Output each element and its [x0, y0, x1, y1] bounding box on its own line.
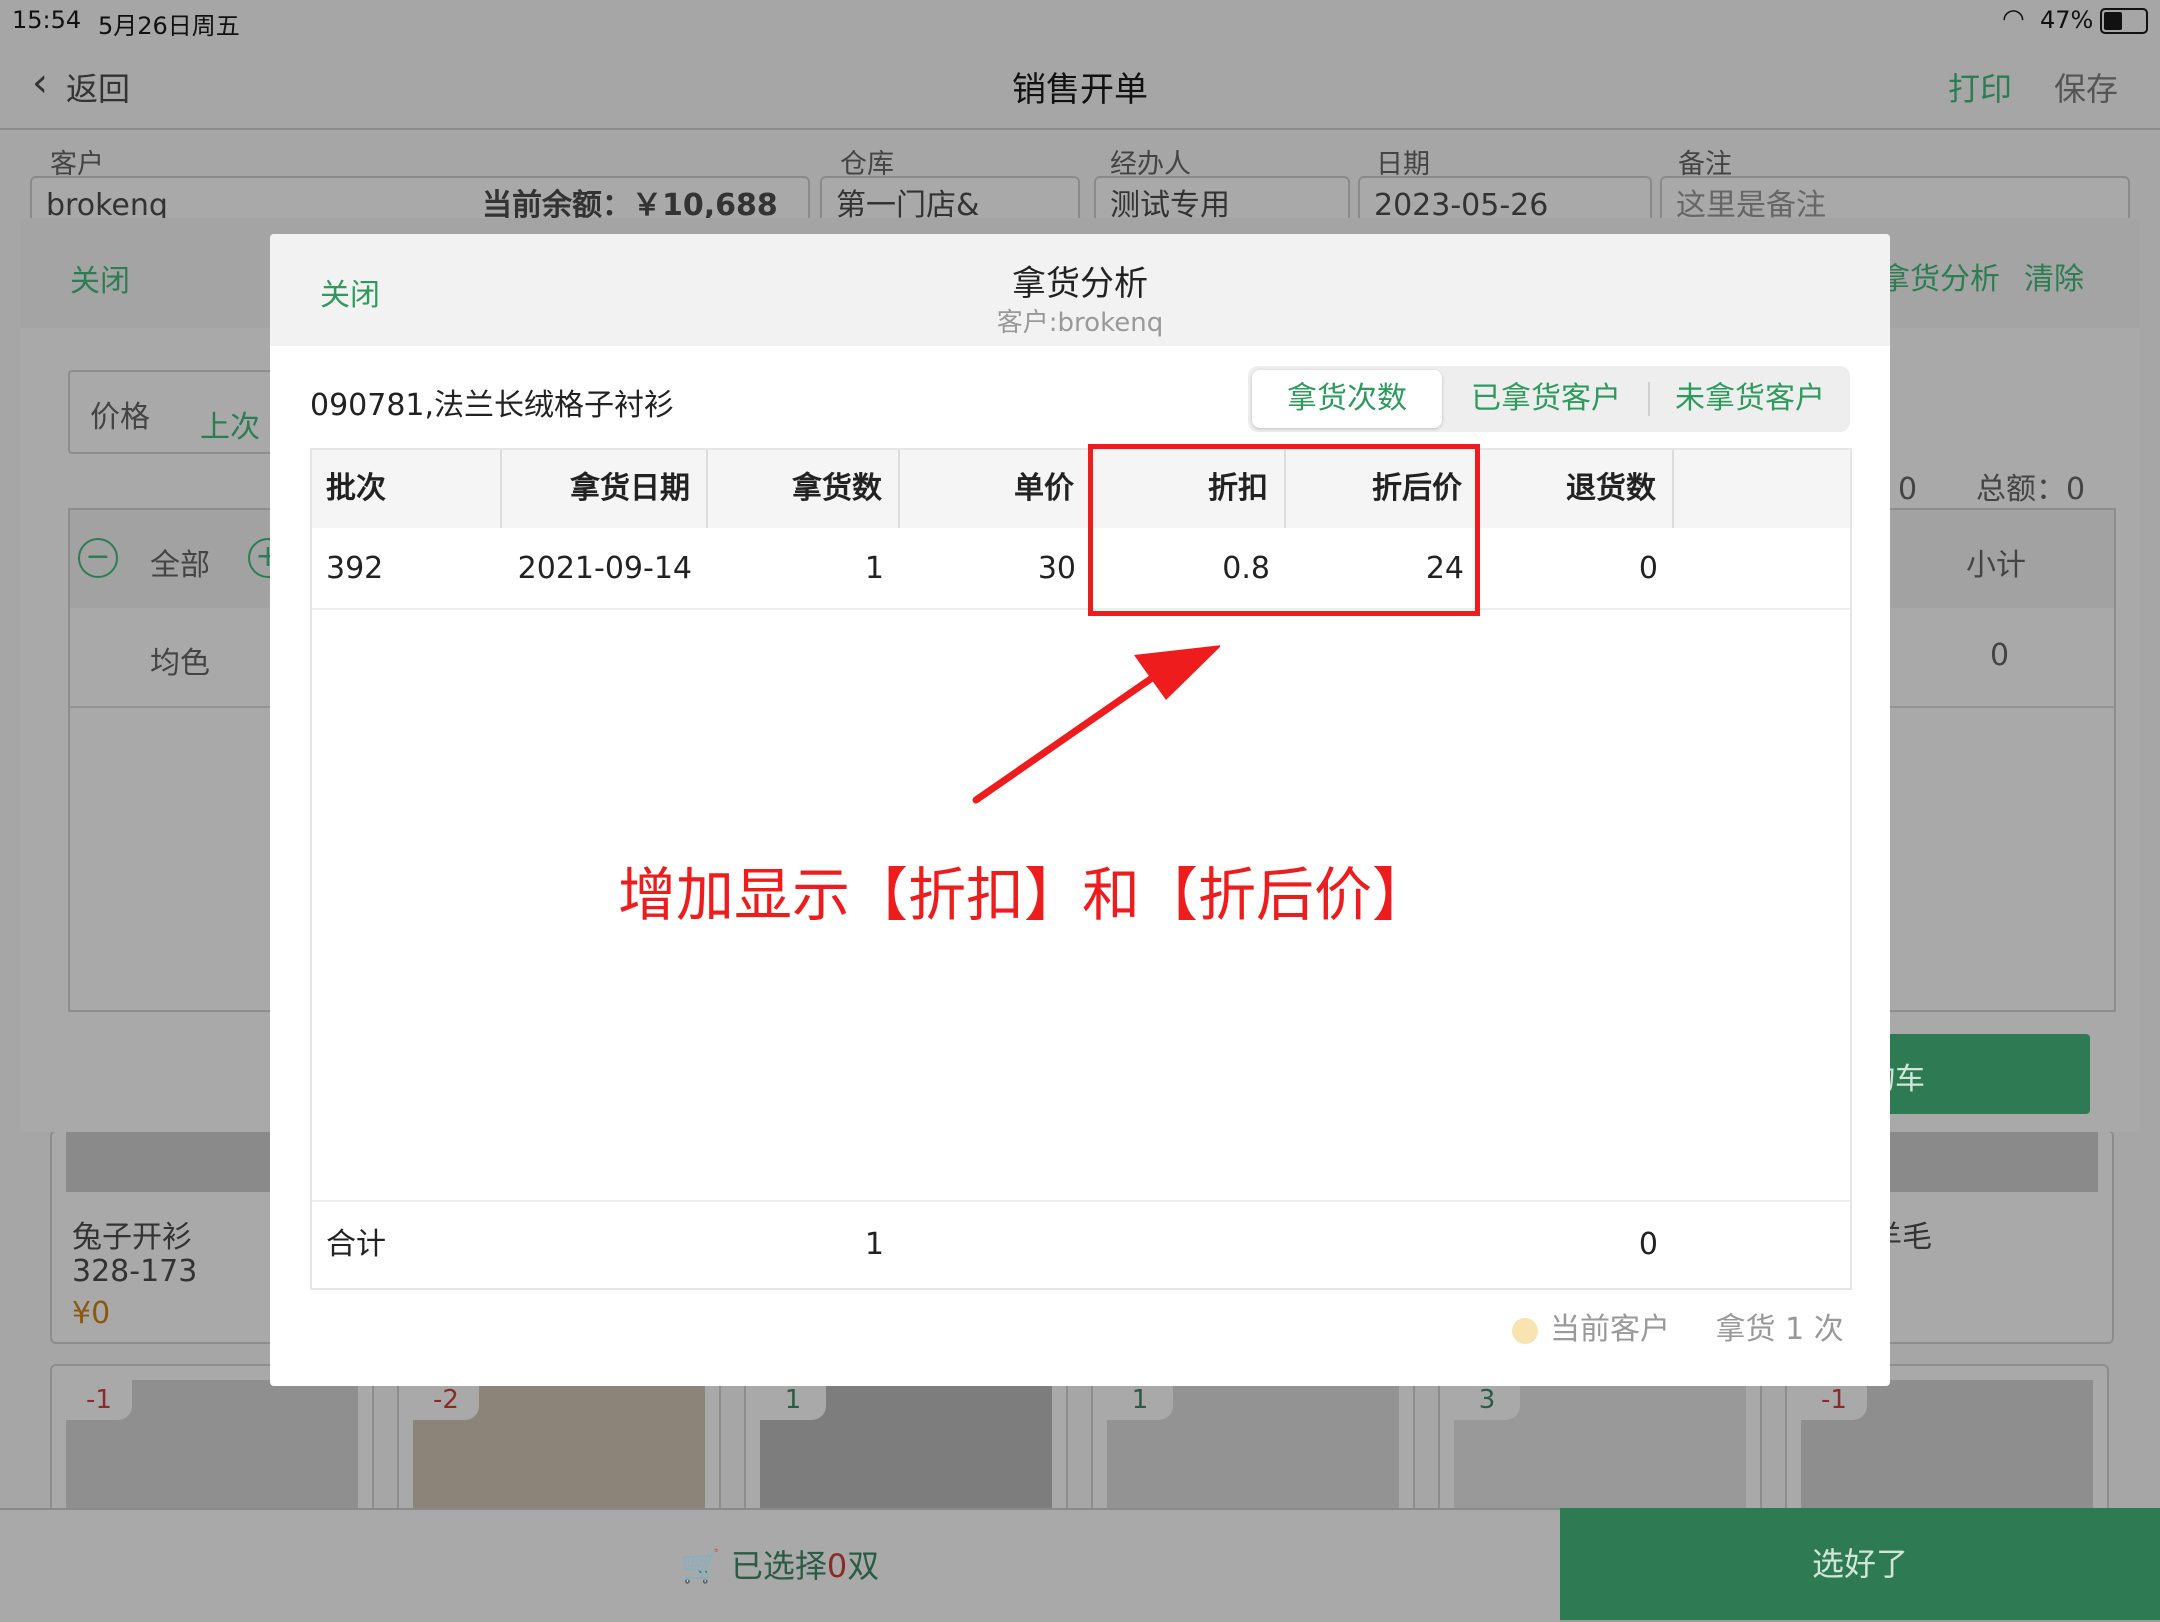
nav-bar: ‹ 返回 销售开单 打印 保存: [0, 40, 2160, 130]
print-button[interactable]: 打印: [1948, 64, 2012, 110]
summary-qty: 1: [864, 1227, 884, 1262]
col-qty: 拿货数: [708, 450, 900, 528]
annotation-arrow-icon: [972, 645, 1220, 804]
sheet-analysis-button[interactable]: 拿货分析: [1880, 254, 2000, 298]
legend: 当前客户 拿货 1 次: [1512, 1304, 1844, 1348]
all-label: 全部: [150, 548, 210, 583]
stock-badge: 1: [760, 1380, 826, 1420]
modal-title: 拿货分析: [1012, 264, 1148, 304]
status-bar: 15:54 5月26日周五 ◠ 47%: [0, 0, 2160, 40]
battery-percent: 47%: [2040, 6, 2094, 34]
sheet-close-button[interactable]: 关闭: [70, 256, 130, 300]
total-text: 总额：0: [1976, 472, 2086, 507]
tab-not-purchased-customers[interactable]: 未拿货客户: [1652, 370, 1848, 428]
status-date: 5月26日周五: [98, 12, 240, 40]
selected-suffix: 双: [847, 1547, 880, 1585]
current-customer-dot-icon: [1512, 1317, 1538, 1344]
summary-returns: 0: [1638, 1227, 1658, 1262]
col-price: 单价: [900, 450, 1092, 528]
cart-icon: 🛒: [680, 1547, 721, 1585]
highlight-box: [1088, 444, 1480, 616]
color-label: 均色: [150, 646, 210, 681]
cell-qty: 1: [864, 551, 884, 586]
col-date: 拿货日期: [502, 450, 708, 528]
product-card[interactable]: 3: [1438, 1364, 1762, 1528]
status-time: 15:54: [12, 6, 82, 34]
modal-header: 关闭 拿货分析 客户:brokenq: [270, 234, 1890, 346]
tab-divider: [1648, 382, 1650, 416]
analysis-tabs: 拿货次数 已拿货客户 未拿货客户: [1248, 366, 1850, 432]
stock-badge: -1: [1801, 1380, 1867, 1420]
product-title: 090781,法兰长绒格子衬衫: [310, 388, 675, 423]
selected-bar[interactable]: 🛒 已选择0双: [0, 1508, 1560, 1622]
legend-count: 拿货 1 次: [1715, 1312, 1844, 1347]
product-price: ¥0: [72, 1296, 111, 1331]
last-price-label[interactable]: 上次: [200, 402, 260, 446]
order-form-row: 客户 brokenq 当前余额：￥10,688 仓库 第一门店& 经办人 测试专…: [0, 130, 2160, 236]
cell-price: 30: [1037, 551, 1076, 586]
product-name: 兔子开衫: [72, 1220, 192, 1255]
summary-divider: [312, 1200, 1850, 1202]
col-blank: [1674, 450, 1850, 528]
cell-returns: 0: [1638, 551, 1658, 586]
stock-badge: -1: [66, 1380, 132, 1420]
price-label: 价格: [90, 400, 150, 435]
stock-badge: 1: [1107, 1380, 1173, 1420]
subtotal-value: 0: [1990, 638, 2010, 673]
cell-date: 2021-09-14: [517, 551, 692, 586]
product-code: 328-173: [72, 1254, 198, 1289]
stock-badge: 3: [1454, 1380, 1520, 1420]
tab-purchase-count[interactable]: 拿货次数: [1252, 370, 1442, 428]
minus-icon[interactable]: −: [78, 538, 118, 578]
page-title: 销售开单: [1012, 70, 1148, 110]
product-card[interactable]: -1: [50, 1364, 374, 1528]
product-card[interactable]: 1: [744, 1364, 1068, 1528]
product-card[interactable]: -2: [397, 1364, 721, 1528]
annotation-text: 增加显示【折扣】和【折后价】: [618, 861, 1431, 929]
modal-subtitle: 客户:brokenq: [996, 308, 1164, 338]
sheet-clear-button[interactable]: 清除: [2024, 254, 2084, 298]
row-divider: [312, 608, 1850, 610]
legend-current: 当前客户: [1550, 1312, 1670, 1347]
product-card[interactable]: -1: [1785, 1364, 2109, 1528]
tab-purchased-customers[interactable]: 已拿货客户: [1448, 370, 1644, 428]
selected-prefix: 已选择: [730, 1547, 827, 1585]
subtotal-header: 小计: [1966, 548, 2026, 583]
save-button[interactable]: 保存: [2054, 64, 2118, 110]
summary-label: 合计: [326, 1227, 386, 1262]
battery-icon: [2100, 8, 2148, 34]
stock-badge: -2: [413, 1380, 479, 1420]
selected-count: 0: [826, 1547, 848, 1585]
col-batch: 批次: [312, 450, 502, 528]
product-card[interactable]: 1: [1091, 1364, 1415, 1528]
col-returns: 退货数: [1480, 450, 1674, 528]
cell-batch: 392: [326, 551, 384, 586]
done-button[interactable]: 选好了: [1560, 1508, 2160, 1620]
wifi-icon: ◠: [2002, 4, 2025, 34]
